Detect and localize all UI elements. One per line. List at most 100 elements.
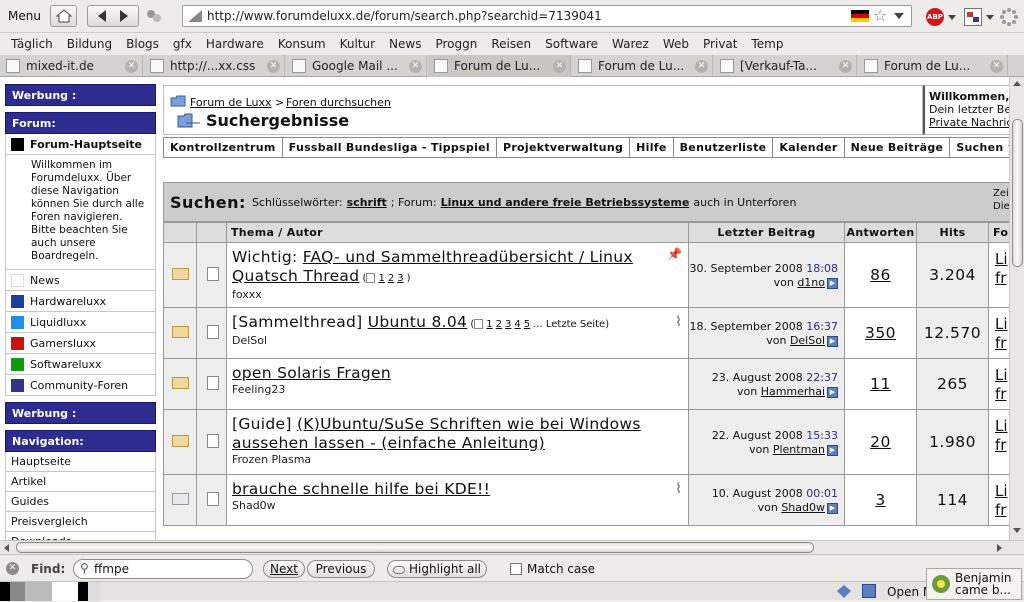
window-icon[interactable] [862, 584, 876, 598]
star-icon[interactable]: ☆ [873, 6, 887, 25]
sidebar-item-hardwareluxx[interactable]: Hardwareluxx [5, 291, 156, 312]
thread-title-link[interactable]: open Solaris Fragen [232, 364, 391, 382]
page-link[interactable]: 1 [486, 319, 492, 330]
tab-7[interactable]: Forum de Lu... ✕ [858, 55, 1008, 77]
page-link[interactable]: 1 [378, 273, 384, 284]
adblock-dropdown-icon[interactable] [948, 15, 956, 20]
tab-close-icon[interactable]: ✕ [695, 59, 708, 73]
sidebar-item-news[interactable]: News [5, 270, 156, 291]
back-arrow-icon[interactable] [98, 10, 106, 22]
go-to-last-post-icon[interactable]: ▶ [827, 502, 838, 514]
column-header-last-post[interactable]: Letzter Beitrag [688, 223, 844, 242]
bookmark-folder-bildung[interactable]: Bildung [67, 37, 112, 51]
column-header-topic[interactable]: Thema / Autor [226, 223, 686, 242]
bookmark-folder-konsum[interactable]: Konsum [278, 37, 326, 51]
breadcrumb-parent-link[interactable]: Foren durchsuchen [286, 96, 391, 109]
bookmark-folder-web[interactable]: Web [663, 37, 689, 51]
tab-4[interactable]: Forum de Lu... ✕ [428, 55, 571, 77]
tab-close-icon[interactable]: ✕ [409, 59, 422, 73]
tab-close-icon[interactable]: ✕ [553, 59, 566, 73]
bookmark-folder-temp[interactable]: Temp [751, 37, 783, 51]
bookmark-folder-software[interactable]: Software [545, 37, 598, 51]
replies-link[interactable]: 350 [865, 324, 896, 342]
close-icon[interactable]: ✕ [6, 562, 19, 575]
highlight-all-button[interactable]: Highlight all [387, 560, 487, 578]
page-link[interactable]: 4 [514, 319, 520, 330]
sidebar-item-community-foren[interactable]: Community-Foren [5, 375, 156, 396]
replies-link[interactable]: 86 [870, 266, 891, 284]
home-button[interactable] [50, 5, 77, 27]
sidebar-nav-artikel[interactable]: Artikel [5, 472, 156, 492]
last-post-user-link[interactable]: DelSol [790, 334, 825, 347]
tab-1[interactable]: mixed-it.de ✕ [0, 55, 143, 77]
menu-item-5[interactable]: Kalender [773, 138, 845, 157]
go-to-last-post-icon[interactable]: ▶ [827, 335, 838, 347]
bookmark-folder-privat[interactable]: Privat [703, 37, 737, 51]
vertical-scroll-thumb[interactable] [1012, 119, 1023, 267]
tab-3[interactable]: Google Mail ... ✕ [286, 55, 427, 77]
sidebar-nav-downloads[interactable]: Downloads [5, 532, 156, 540]
tab-close-icon[interactable]: ✕ [267, 59, 280, 73]
page-link[interactable]: 3 [505, 319, 511, 330]
horizontal-scrollbar[interactable] [0, 540, 1024, 554]
sync-icon[interactable] [836, 584, 852, 599]
bookmark-folder-blogs[interactable]: Blogs [126, 37, 159, 51]
sidebar-nav-guides[interactable]: Guides [5, 492, 156, 512]
forum-link[interactable]: Linux und andere freie Betriebssysteme [441, 196, 690, 209]
thread-title-link[interactable]: Ubuntu 8.04 [368, 313, 467, 331]
bookmark-folder-news[interactable]: News [389, 37, 421, 51]
menu-item-2[interactable]: Projektverwaltung [497, 138, 631, 157]
last-post-user-link[interactable]: Plentman [773, 443, 825, 456]
url-bar[interactable]: http://www.forumdeluxx.de/forum/search.p… [182, 5, 912, 27]
vertical-scrollbar[interactable] [1009, 77, 1024, 540]
scroll-right-icon[interactable] [997, 544, 1002, 552]
find-previous-button[interactable]: Previous [307, 560, 375, 578]
menu-button[interactable]: Menu [8, 9, 41, 23]
sidebar-item-softwareluxx[interactable]: Softwareluxx [5, 354, 156, 375]
thread-title-link[interactable]: brauche schnelle hilfe bei KDE!! [232, 480, 490, 498]
page-link[interactable]: 2 [388, 273, 394, 284]
replies-link[interactable]: 20 [870, 433, 891, 451]
bookmark-folder-gfx[interactable]: gfx [173, 37, 192, 51]
scroll-down-icon[interactable] [1013, 528, 1021, 533]
thread-title-link[interactable]: (K)Ubuntu/SuSe Schriften wie bei Windows… [232, 415, 641, 452]
bookmark-folder-täglich[interactable]: Täglich [11, 37, 53, 51]
last-post-user-link[interactable]: d1no [797, 276, 825, 289]
bookmark-folder-kultur[interactable]: Kultur [340, 37, 375, 51]
notification-popup[interactable]: Benjamin came b... [926, 568, 1022, 600]
go-to-last-post-icon[interactable]: ▶ [827, 277, 838, 289]
menu-item-4[interactable]: Benutzerliste [674, 138, 774, 157]
menu-item-3[interactable]: Hilfe [630, 138, 674, 157]
scroll-up-icon[interactable] [1013, 81, 1021, 86]
last-post-user-link[interactable]: Hammerhai [761, 385, 825, 398]
replies-link[interactable]: 3 [875, 491, 885, 509]
edit-icon[interactable] [964, 8, 982, 26]
tab-6[interactable]: [Verkauf-Ta... ✕ [714, 55, 857, 77]
url-dropdown-icon[interactable] [894, 13, 904, 19]
extension-icon[interactable] [146, 9, 162, 23]
bookmark-folder-warez[interactable]: Warez [612, 37, 649, 51]
menu-item-6[interactable]: Neue Beiträge [845, 138, 951, 157]
tab-2[interactable]: http://...xx.css ✕ [144, 55, 285, 77]
sidebar-nav-preisvergleich[interactable]: Preisvergleich [5, 512, 156, 532]
bookmark-folder-proggn[interactable]: Proggn [435, 37, 477, 51]
column-header-replies[interactable]: Antworten [844, 223, 916, 242]
adblock-icon[interactable]: ABP [926, 8, 944, 26]
tab-close-icon[interactable]: ✕ [990, 59, 1003, 73]
forward-arrow-icon[interactable] [120, 10, 128, 22]
horizontal-scroll-thumb[interactable] [16, 542, 814, 553]
keyword-link[interactable]: schrift [347, 196, 387, 209]
breadcrumb-root-link[interactable]: Forum de Luxx [190, 96, 272, 109]
edit-dropdown-icon[interactable] [986, 15, 994, 20]
replies-link[interactable]: 11 [870, 375, 891, 393]
column-header-hits[interactable]: Hits [916, 223, 988, 242]
sidebar-item-liquidluxx[interactable]: Liquidluxx [5, 312, 156, 333]
bookmark-folder-hardware[interactable]: Hardware [206, 37, 264, 51]
tab-close-icon[interactable]: ✕ [839, 59, 852, 73]
sidebar-item-gamersluxx[interactable]: Gamersluxx [5, 333, 156, 354]
find-input[interactable]: ⚲ ffmpe [73, 559, 253, 579]
page-link[interactable]: 3 [397, 273, 403, 284]
last-post-user-link[interactable]: Shad0w [781, 501, 825, 514]
sidebar-item-forum-home[interactable]: Forum-Hauptseite [5, 134, 156, 155]
menu-item-0[interactable]: Kontrollzentrum [164, 138, 283, 157]
